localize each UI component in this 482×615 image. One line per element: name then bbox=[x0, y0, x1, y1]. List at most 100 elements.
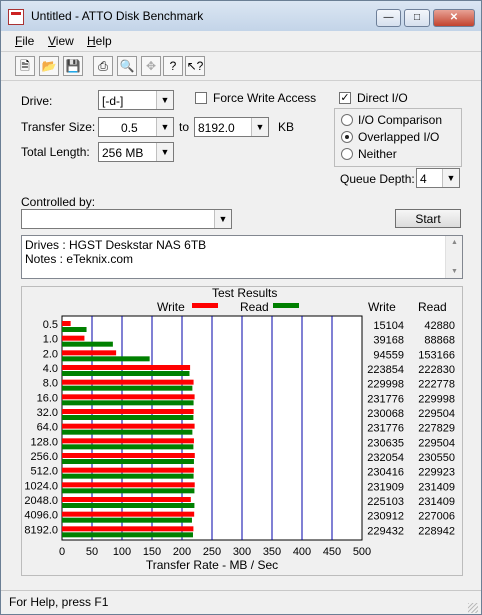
to-label: to bbox=[179, 120, 190, 134]
x-tick-label: 400 bbox=[293, 546, 311, 558]
maximize-button[interactable]: □ bbox=[404, 9, 430, 27]
write-legend-swatch bbox=[192, 303, 218, 308]
scroll-up-icon: ▲ bbox=[451, 239, 458, 246]
notes-line-drives: Drives : HGST Deskstar NAS 6TB bbox=[25, 238, 207, 252]
read-value: 229923 bbox=[418, 467, 455, 479]
notes-line-notes: Notes : eTeknix.com bbox=[25, 252, 134, 266]
io-comparison-radio[interactable] bbox=[341, 114, 353, 126]
x-tick-label: 500 bbox=[353, 546, 371, 558]
notes-scrollbar[interactable]: ▲ ▼ bbox=[445, 236, 462, 278]
read-value: 222778 bbox=[418, 379, 455, 391]
read-bar bbox=[62, 459, 194, 464]
application-window: Untitled - ATTO Disk Benchmark — □ ✕ Fil… bbox=[0, 0, 482, 615]
y-tick-label: 4096.0 bbox=[24, 510, 58, 522]
open-icon[interactable]: 📂 bbox=[39, 56, 59, 76]
read-value: 88868 bbox=[424, 335, 455, 347]
x-axis-label: Transfer Rate - MB / Sec bbox=[146, 558, 278, 572]
write-bar bbox=[62, 321, 71, 326]
transfer-to-select[interactable]: 8192.0 ▼ bbox=[194, 117, 269, 137]
y-tick-label: 64.0 bbox=[37, 422, 58, 434]
write-value: 230635 bbox=[367, 437, 404, 449]
read-bar bbox=[62, 371, 190, 376]
write-bar bbox=[62, 409, 194, 414]
write-value: 230068 bbox=[367, 408, 404, 420]
close-button[interactable]: ✕ bbox=[433, 9, 475, 27]
read-legend-swatch bbox=[273, 303, 299, 308]
resize-grip[interactable] bbox=[468, 603, 478, 613]
help-icon[interactable]: ? bbox=[163, 56, 183, 76]
read-value: 227006 bbox=[418, 511, 455, 523]
overlapped-io-radio[interactable] bbox=[341, 131, 353, 143]
write-column-header: Write bbox=[368, 300, 396, 314]
menu-bar: File View Help bbox=[1, 31, 481, 50]
controlled-by-select[interactable]: ▼ bbox=[21, 209, 232, 229]
read-bar bbox=[62, 400, 194, 406]
save-icon[interactable]: 💾 bbox=[63, 56, 83, 76]
menu-help[interactable]: Help bbox=[87, 34, 112, 48]
write-bar bbox=[62, 526, 194, 532]
print-icon[interactable]: ⎙ bbox=[93, 56, 113, 76]
write-value: 231776 bbox=[367, 423, 404, 435]
menu-file[interactable]: File bbox=[15, 34, 34, 48]
results-title: Test Results bbox=[212, 287, 277, 300]
transfer-size-label: Transfer Size: bbox=[21, 120, 96, 134]
write-value: 230416 bbox=[367, 467, 404, 479]
read-bar bbox=[62, 444, 194, 450]
read-bar bbox=[62, 488, 195, 494]
write-bar bbox=[62, 438, 194, 444]
drive-select[interactable]: [-d-] ▼ bbox=[98, 90, 174, 110]
force-write-label: Force Write Access bbox=[213, 91, 317, 105]
y-tick-label: 16.0 bbox=[37, 392, 58, 404]
menu-view[interactable]: View bbox=[48, 34, 74, 48]
chevron-down-icon: ▼ bbox=[251, 118, 268, 136]
neither-label: Neither bbox=[358, 147, 397, 161]
move-icon: ✥ bbox=[141, 56, 161, 76]
read-value: 230550 bbox=[418, 452, 455, 464]
new-icon[interactable]: 🗎 bbox=[15, 56, 35, 76]
y-tick-label: 8.0 bbox=[43, 378, 58, 390]
total-length-label: Total Length: bbox=[21, 145, 90, 159]
settings-panel: Drive: [-d-] ▼ Force Write Access ✓ Dire… bbox=[11, 81, 471, 586]
print-preview-icon[interactable]: 🔍 bbox=[117, 56, 137, 76]
force-write-checkbox[interactable] bbox=[195, 92, 207, 104]
write-bar bbox=[62, 453, 195, 458]
write-bar bbox=[62, 497, 191, 502]
read-value: 228942 bbox=[418, 525, 455, 537]
total-length-select[interactable]: 256 MB ▼ bbox=[98, 142, 174, 162]
read-value: 229998 bbox=[418, 393, 455, 405]
write-value: 230912 bbox=[367, 511, 404, 523]
chevron-down-icon: ▼ bbox=[214, 210, 231, 228]
read-bar bbox=[62, 356, 150, 362]
write-value: 15104 bbox=[373, 320, 404, 332]
neither-radio[interactable] bbox=[341, 148, 353, 160]
read-bar bbox=[62, 473, 194, 479]
queue-depth-select[interactable]: 4 ▼ bbox=[416, 168, 460, 188]
direct-io-checkbox[interactable]: ✓ bbox=[339, 92, 351, 104]
write-value: 229432 bbox=[367, 525, 404, 537]
write-bar bbox=[62, 335, 85, 341]
transfer-from-select[interactable]: 0.5 ▼ bbox=[98, 117, 174, 137]
x-tick-label: 250 bbox=[203, 546, 221, 558]
read-bar bbox=[62, 503, 195, 508]
y-tick-label: 8192.0 bbox=[24, 524, 58, 536]
context-help-icon[interactable]: ↖? bbox=[185, 56, 205, 76]
x-tick-label: 0 bbox=[59, 546, 65, 558]
read-value: 229504 bbox=[418, 408, 455, 420]
notes-textarea[interactable]: Drives : HGST Deskstar NAS 6TB Notes : e… bbox=[21, 235, 463, 279]
read-value: 227829 bbox=[418, 423, 455, 435]
y-tick-label: 0.5 bbox=[43, 319, 58, 331]
y-tick-label: 2.0 bbox=[43, 348, 58, 360]
window-title: Untitled - ATTO Disk Benchmark bbox=[31, 9, 204, 23]
queue-depth-label: Queue Depth: bbox=[340, 172, 415, 186]
minimize-button[interactable]: — bbox=[376, 9, 401, 27]
write-value: 231909 bbox=[367, 481, 404, 493]
write-bar bbox=[62, 511, 195, 517]
read-value: 153166 bbox=[418, 349, 455, 361]
write-bar bbox=[62, 379, 194, 385]
start-button[interactable]: Start bbox=[395, 209, 461, 228]
title-bar[interactable]: Untitled - ATTO Disk Benchmark — □ ✕ bbox=[1, 1, 481, 31]
overlapped-io-label: Overlapped I/O bbox=[358, 130, 440, 144]
read-value: 229504 bbox=[418, 437, 455, 449]
write-bar bbox=[62, 350, 117, 356]
write-value: 223854 bbox=[367, 364, 404, 376]
